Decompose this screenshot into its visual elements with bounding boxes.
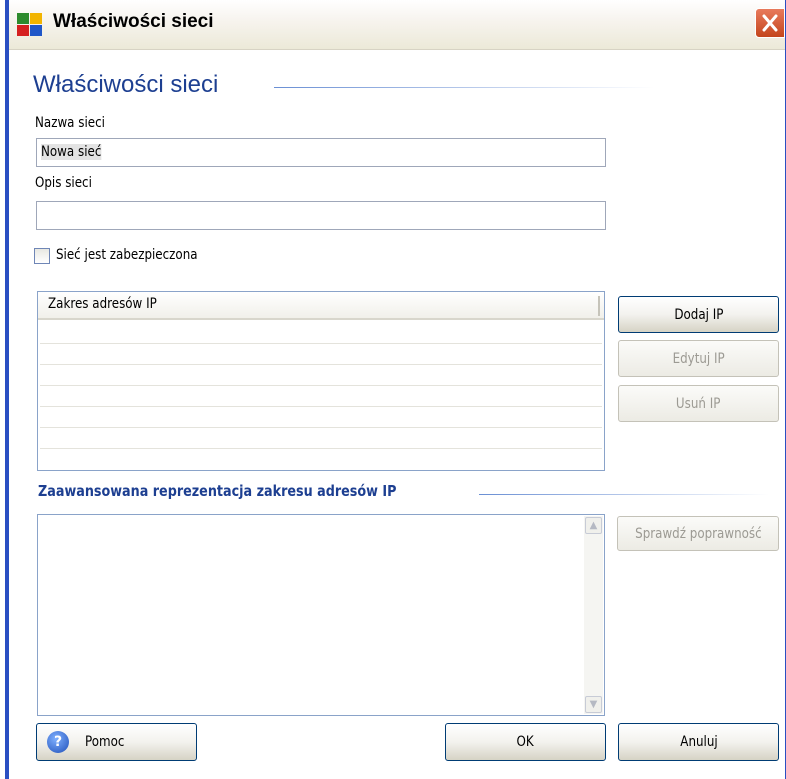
list-row-line bbox=[40, 385, 602, 386]
advanced-ip-textarea[interactable]: ▲ ▼ bbox=[37, 514, 605, 716]
scroll-down-icon[interactable]: ▼ bbox=[585, 696, 602, 713]
network-desc-label: Opis sieci bbox=[35, 175, 92, 191]
scroll-up-icon[interactable]: ▲ bbox=[585, 517, 602, 534]
list-row-line bbox=[40, 343, 602, 344]
list-row-line bbox=[40, 427, 602, 428]
ip-range-list[interactable]: Zakres adresów IP bbox=[37, 291, 605, 471]
advanced-section-title: Zaawansowana reprezentacja zakresu adres… bbox=[38, 482, 397, 500]
window-title: Właściwości sieci bbox=[53, 11, 214, 32]
cancel-label: Anuluj bbox=[679, 734, 718, 750]
column-separator[interactable] bbox=[598, 296, 600, 316]
list-row-line bbox=[40, 364, 602, 365]
ok-button[interactable]: OK bbox=[445, 723, 606, 761]
dialog-window: Właściwości sieci Właściwości sieci Nazw… bbox=[5, 0, 786, 779]
list-row-line bbox=[40, 406, 602, 407]
dialog-content: Właściwości sieci Nazwa sieci Nowa sieć … bbox=[9, 51, 785, 779]
add-ip-label: Dodaj IP bbox=[673, 306, 724, 323]
add-ip-button[interactable]: Dodaj IP bbox=[618, 296, 779, 333]
network-name-value: Nowa sieć bbox=[41, 144, 102, 160]
ip-range-list-header[interactable]: Zakres adresów IP bbox=[38, 292, 604, 320]
network-name-label: Nazwa sieci bbox=[35, 115, 105, 131]
advanced-section-divider bbox=[479, 494, 769, 495]
textarea-scrollbar[interactable]: ▲ ▼ bbox=[584, 516, 603, 714]
network-desc-field[interactable] bbox=[36, 201, 606, 230]
help-label: Pomoc bbox=[85, 734, 125, 750]
remove-ip-button[interactable]: Usuń IP bbox=[618, 385, 779, 422]
network-name-field[interactable]: Nowa sieć bbox=[36, 138, 606, 167]
app-icon bbox=[17, 13, 42, 36]
ok-label: OK bbox=[516, 734, 535, 750]
secured-checkbox[interactable] bbox=[34, 248, 50, 264]
title-bar[interactable]: Właściwości sieci bbox=[9, 0, 785, 50]
secured-checkbox-label[interactable]: Sieć jest zabezpieczona bbox=[56, 247, 198, 263]
close-button[interactable] bbox=[755, 8, 785, 38]
list-row-line bbox=[40, 448, 602, 449]
edit-ip-label: Edytuj IP bbox=[672, 350, 725, 367]
heading-divider bbox=[274, 87, 654, 88]
edit-ip-button[interactable]: Edytuj IP bbox=[618, 340, 779, 377]
validate-label: Sprawdź poprawność bbox=[634, 525, 762, 542]
close-icon bbox=[762, 14, 778, 32]
page-title: Właściwości sieci bbox=[33, 71, 219, 98]
column-header-ip-range[interactable]: Zakres adresów IP bbox=[48, 296, 157, 312]
validate-button[interactable]: Sprawdź poprawność bbox=[617, 516, 779, 551]
remove-ip-label: Usuń IP bbox=[676, 395, 721, 412]
help-button[interactable]: ? Pomoc bbox=[36, 723, 197, 761]
help-icon: ? bbox=[47, 731, 69, 753]
cancel-button[interactable]: Anuluj bbox=[618, 723, 779, 761]
